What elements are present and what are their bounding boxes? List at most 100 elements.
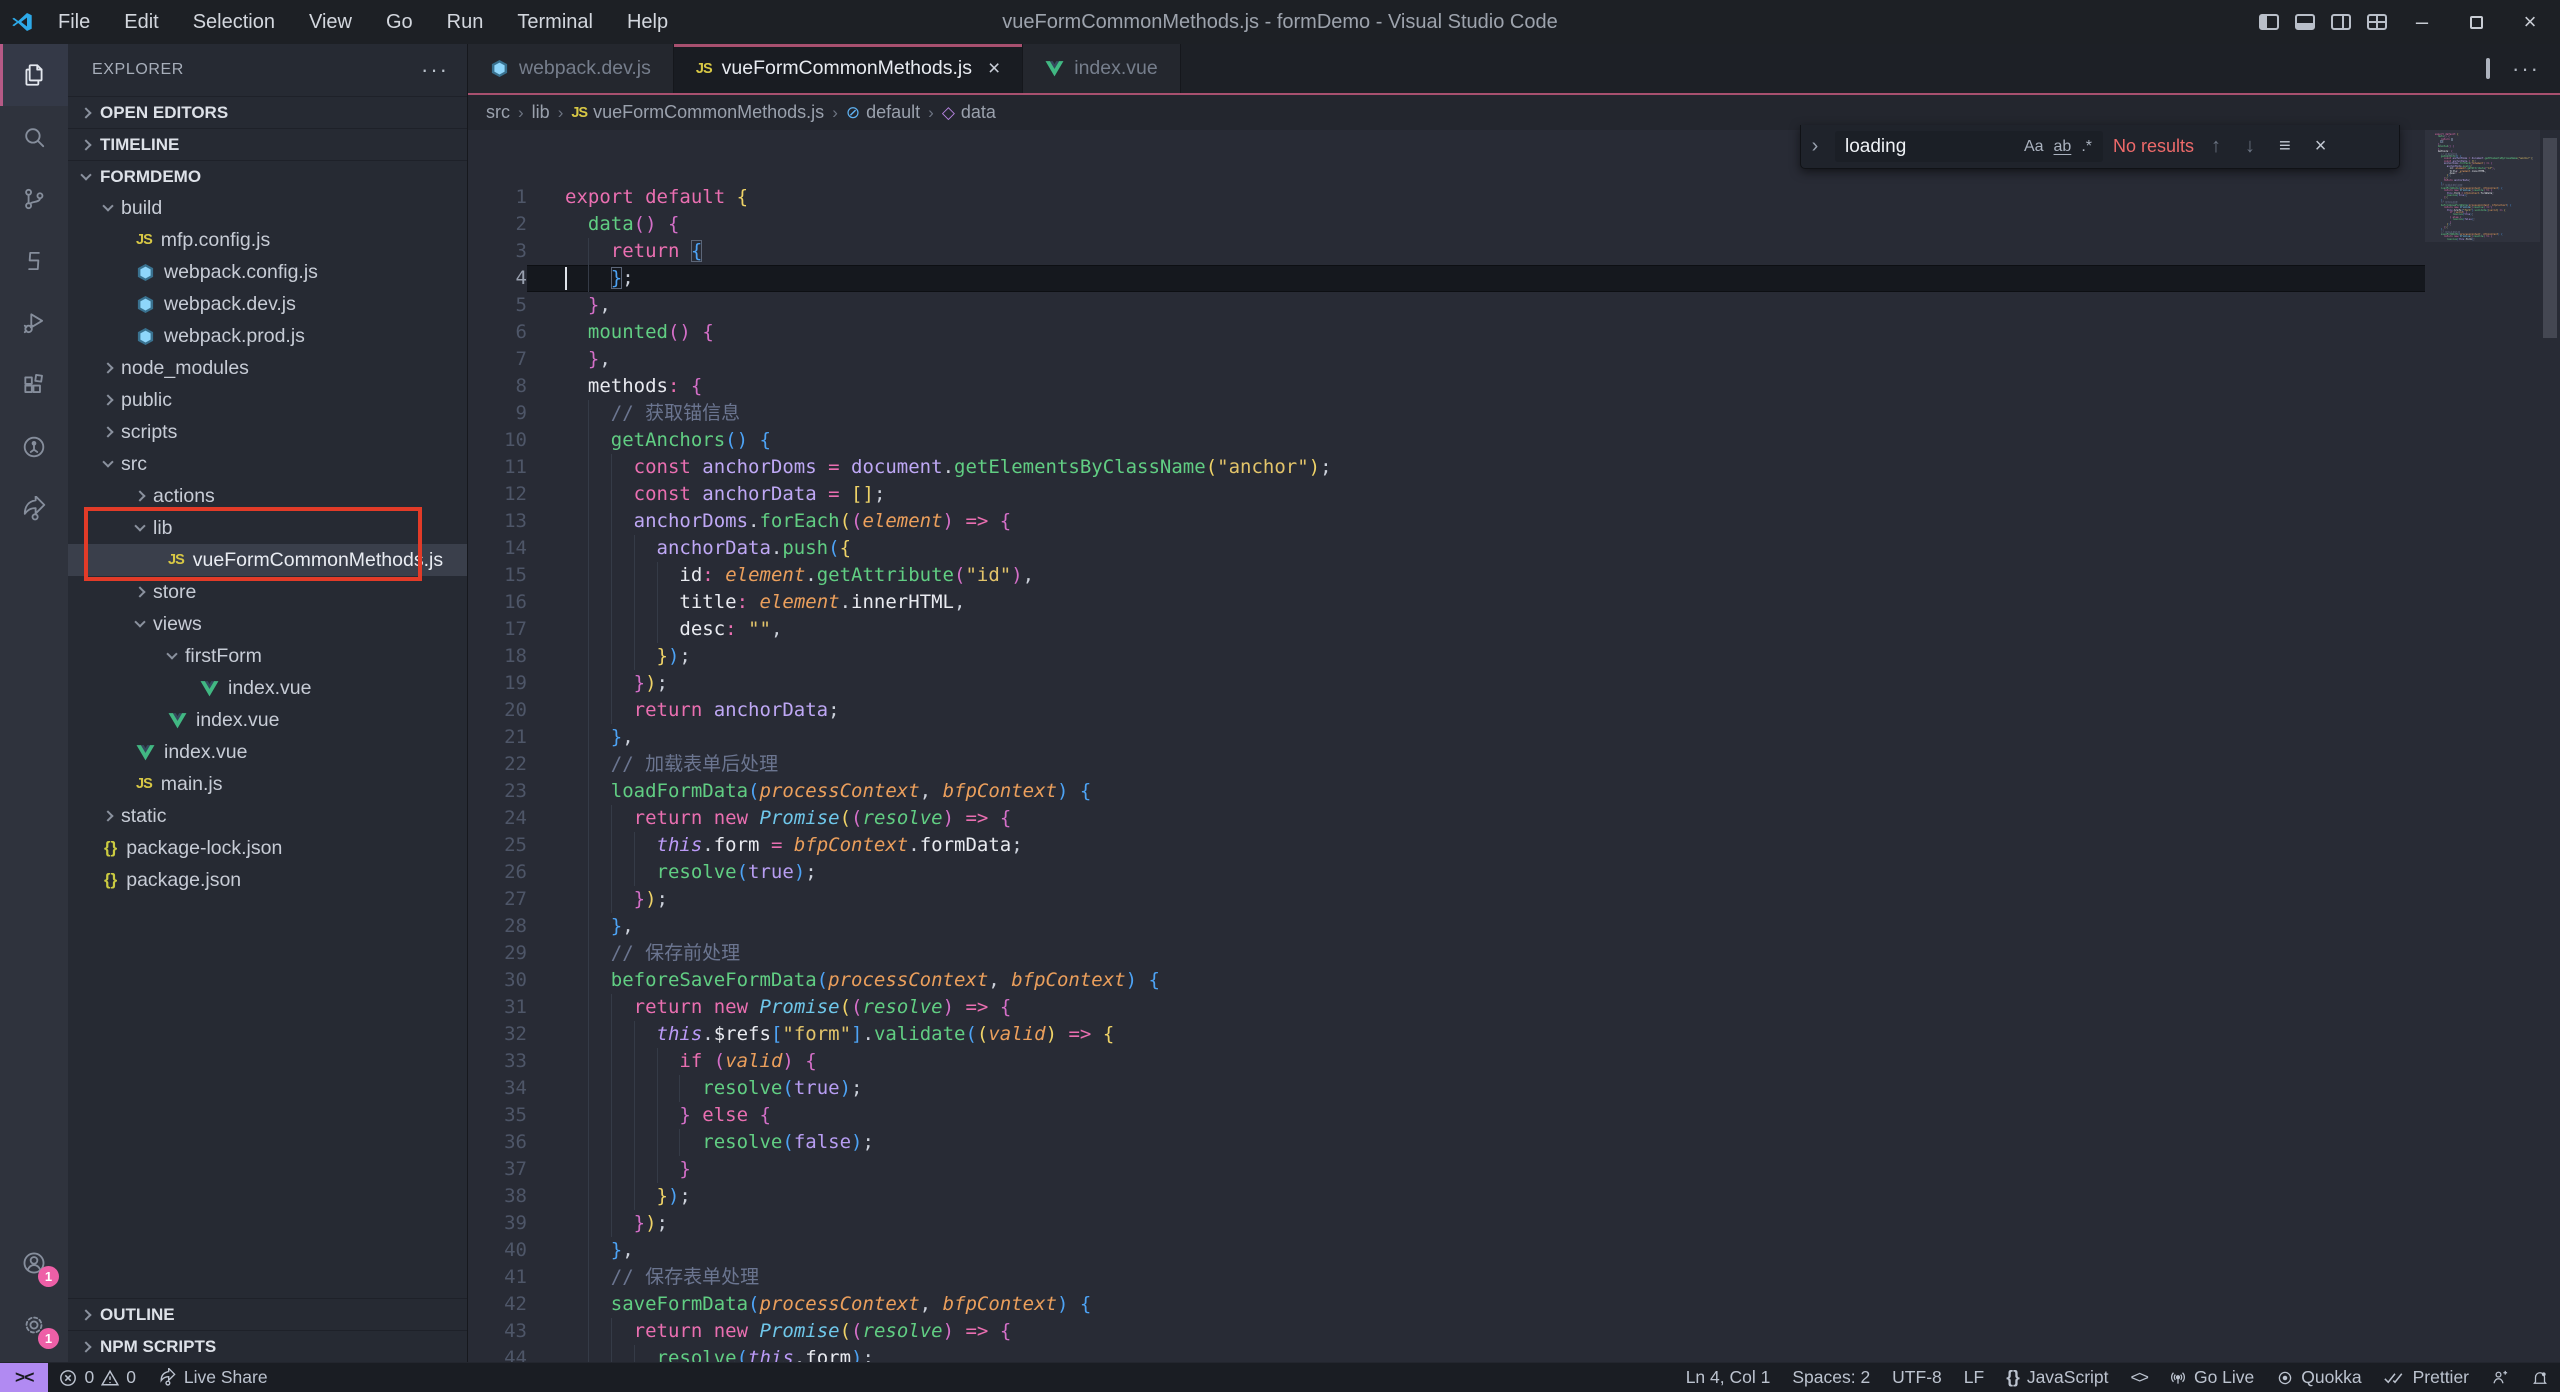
code-line-2[interactable]: 2 data() { [468, 211, 2425, 238]
activity-explorer[interactable] [0, 44, 68, 106]
explorer-more-actions-icon[interactable]: ··· [421, 57, 449, 83]
customize-layout-icon[interactable] [2364, 11, 2390, 33]
code-line-1[interactable]: 1 export default { [468, 184, 2425, 211]
scrollbar-thumb[interactable] [2543, 138, 2557, 338]
tree-item-actions[interactable]: actions [68, 480, 467, 512]
tree-item-mfp.config.js[interactable]: JS mfp.config.js [68, 224, 467, 256]
split-editor-icon[interactable] [2486, 57, 2491, 79]
tree-item-main.js[interactable]: JS main.js [68, 768, 467, 800]
menu-selection[interactable]: Selection [179, 7, 289, 38]
code-line-16[interactable]: 16 title: element.innerHTML, [468, 589, 2425, 616]
status-cursor-position[interactable]: Ln 4, Col 1 [1675, 1363, 1782, 1392]
activity-s-extension[interactable] [0, 230, 68, 292]
tree-item-webpack.config.js[interactable]: webpack.config.js [68, 256, 467, 288]
code-line-10[interactable]: 10 getAnchors() { [468, 427, 2425, 454]
whole-word-icon[interactable]: ab [2049, 138, 2077, 156]
code-line-30[interactable]: 30 beforeSaveFormData(processContext, bf… [468, 967, 2425, 994]
status-indentation[interactable]: Spaces: 2 [1781, 1363, 1881, 1392]
minimap[interactable]: export default { data() { return { }; },… [2425, 130, 2540, 1362]
close-tab-icon[interactable]: × [988, 57, 1000, 81]
activity-run-debug[interactable] [0, 292, 68, 354]
status-prettier[interactable]: Prettier [2373, 1363, 2480, 1392]
status-eol[interactable]: LF [1953, 1363, 1995, 1392]
code-line-7[interactable]: 7 }, [468, 346, 2425, 373]
activity-source-control[interactable] [0, 168, 68, 230]
code-line-35[interactable]: 35 } else { [468, 1102, 2425, 1129]
section-formdemo[interactable]: FORMDEMO [68, 160, 467, 192]
activity-extensions[interactable] [0, 354, 68, 416]
tree-item-lib[interactable]: lib [68, 512, 467, 544]
breadcrumb-vueFormCommonMethods.js[interactable]: JS vueFormCommonMethods.js [571, 102, 824, 123]
code-line-44[interactable]: 44 resolve(this.form); [468, 1345, 2425, 1362]
menu-go[interactable]: Go [372, 7, 427, 38]
activity-live-share[interactable] [0, 478, 68, 540]
code-line-14[interactable]: 14 anchorData.push({ [468, 535, 2425, 562]
tree-item-package-lock.json[interactable]: {} package-lock.json [68, 832, 467, 864]
status-language-mode[interactable]: {} JavaScript [1995, 1363, 2119, 1392]
regex-icon[interactable]: .* [2076, 138, 2097, 156]
tree-item-index.vue[interactable]: index.vue [68, 736, 467, 768]
code-line-19[interactable]: 19 }); [468, 670, 2425, 697]
code-line-40[interactable]: 40 }, [468, 1237, 2425, 1264]
status-encoding[interactable]: UTF-8 [1881, 1363, 1953, 1392]
code-line-24[interactable]: 24 return new Promise((resolve) => { [468, 805, 2425, 832]
status-go-live[interactable]: Go Live [2158, 1363, 2265, 1392]
editor-more-actions-icon[interactable]: ··· [2512, 56, 2540, 82]
code-line-31[interactable]: 31 return new Promise((resolve) => { [468, 994, 2425, 1021]
menu-run[interactable]: Run [433, 7, 498, 38]
code-line-23[interactable]: 23 loadFormData(processContext, bfpConte… [468, 778, 2425, 805]
code-line-13[interactable]: 13 anchorDoms.forEach((element) => { [468, 508, 2425, 535]
code-line-11[interactable]: 11 const anchorDoms = document.getElemen… [468, 454, 2425, 481]
vertical-scrollbar[interactable] [2540, 130, 2560, 1362]
code-line-21[interactable]: 21 }, [468, 724, 2425, 751]
code-line-42[interactable]: 42 saveFormData(processContext, bfpConte… [468, 1291, 2425, 1318]
tree-item-index.vue[interactable]: index.vue [68, 672, 467, 704]
menu-view[interactable]: View [295, 7, 366, 38]
code-line-20[interactable]: 20 return anchorData; [468, 697, 2425, 724]
code-line-34[interactable]: 34 resolve(true); [468, 1075, 2425, 1102]
code-line-32[interactable]: 32 this.$refs["form"].validate((valid) =… [468, 1021, 2425, 1048]
code-line-39[interactable]: 39 }); [468, 1210, 2425, 1237]
close-find-icon[interactable]: × [2308, 135, 2334, 158]
code-line-15[interactable]: 15 id: element.getAttribute("id"), [468, 562, 2425, 589]
tree-item-package.json[interactable]: {} package.json [68, 864, 467, 896]
code-line-25[interactable]: 25 this.form = bfpContext.formData; [468, 832, 2425, 859]
code-line-3[interactable]: 3 return { [468, 238, 2425, 265]
breadcrumb-src[interactable]: src [486, 102, 510, 123]
code-line-18[interactable]: 18 }); [468, 643, 2425, 670]
tree-item-firstForm[interactable]: firstForm [68, 640, 467, 672]
toggle-panel-icon[interactable] [2292, 11, 2318, 33]
toggle-replace-icon[interactable]: › [1805, 125, 1825, 168]
code-line-27[interactable]: 27 }); [468, 886, 2425, 913]
activity-search[interactable] [0, 106, 68, 168]
code-line-12[interactable]: 12 const anchorData = []; [468, 481, 2425, 508]
section-outline[interactable]: OUTLINE [68, 1298, 467, 1330]
tree-item-static[interactable]: static [68, 800, 467, 832]
code-line-37[interactable]: 37 } [468, 1156, 2425, 1183]
tree-item-build[interactable]: build [68, 192, 467, 224]
status-notifications[interactable] [2520, 1363, 2560, 1392]
find-input[interactable] [1845, 135, 2019, 158]
menu-terminal[interactable]: Terminal [503, 7, 607, 38]
activity-extension-circle[interactable] [0, 416, 68, 478]
menu-edit[interactable]: Edit [110, 7, 172, 38]
code-line-38[interactable]: 38 }); [468, 1183, 2425, 1210]
previous-match-icon[interactable]: ↑ [2204, 135, 2228, 158]
status-quokka[interactable]: Quokka [2265, 1363, 2372, 1392]
section-open-editors[interactable]: OPEN EDITORS [68, 96, 467, 128]
code-line-6[interactable]: 6 mounted() { [468, 319, 2425, 346]
code-line-44[interactable]: resolve(this.form); [2425, 238, 2540, 241]
code-line-17[interactable]: 17 desc: "", [468, 616, 2425, 643]
tab-webpack.dev.js[interactable]: webpack.dev.js [468, 44, 674, 93]
toggle-secondary-sidebar-icon[interactable] [2328, 11, 2354, 33]
problems-indicator[interactable]: 0 0 [48, 1363, 146, 1392]
code-line-9[interactable]: 9 // 获取锚信息 [468, 400, 2425, 427]
tree-item-src[interactable]: src [68, 448, 467, 480]
section-timeline[interactable]: TIMELINE [68, 128, 467, 160]
code-line-41[interactable]: 41 // 保存表单处理 [468, 1264, 2425, 1291]
code-editor[interactable]: 1 export default {2 data() {3 return {4 }… [468, 130, 2425, 1362]
tree-item-scripts[interactable]: scripts [68, 416, 467, 448]
code-line-33[interactable]: 33 if (valid) { [468, 1048, 2425, 1075]
remote-indicator[interactable]: >< [0, 1363, 49, 1392]
restore-button[interactable] [2454, 4, 2498, 40]
